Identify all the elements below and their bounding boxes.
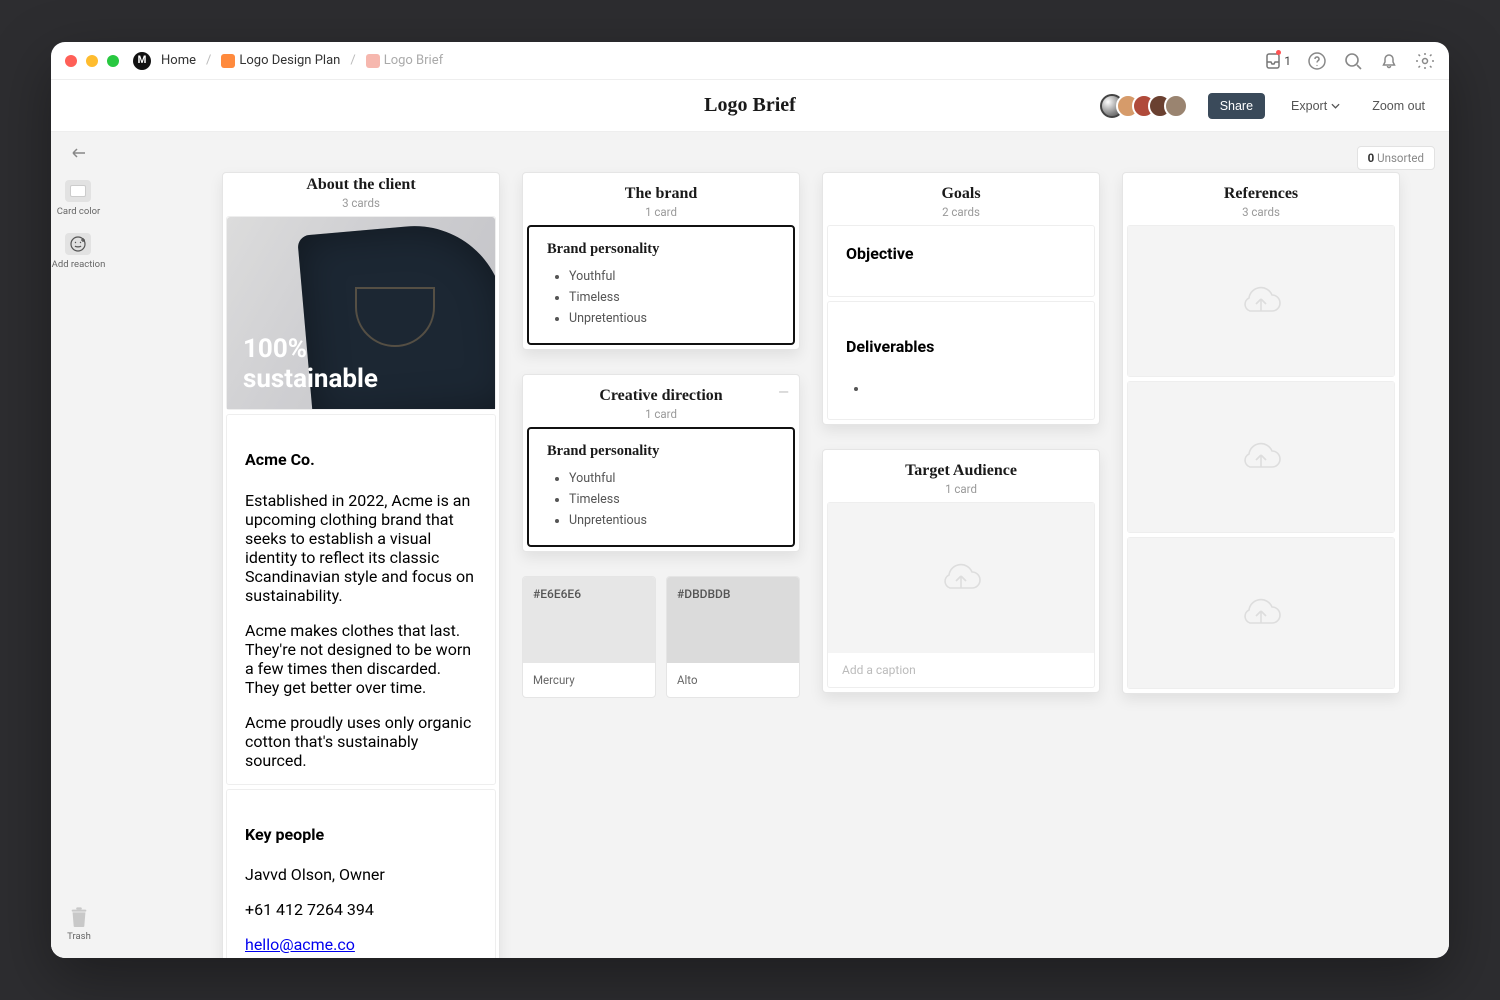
search-icon[interactable] <box>1343 51 1363 71</box>
section-references: References 3 cards <box>1122 172 1400 694</box>
inbox-button[interactable]: 1 <box>1265 52 1291 70</box>
cloud-upload-icon <box>1238 595 1284 631</box>
card-count: 1 card <box>827 482 1095 496</box>
card-title: Acme Co. <box>245 450 477 469</box>
app-logo-icon[interactable]: M <box>133 52 151 70</box>
help-icon[interactable] <box>1307 51 1327 71</box>
email-link[interactable]: hello@acme.co <box>245 935 355 954</box>
card-color-icon <box>65 180 91 202</box>
card-count: 3 cards <box>226 196 496 210</box>
export-button[interactable]: Export <box>1285 98 1346 114</box>
swatch-alto[interactable]: #DBDBDB Alto <box>666 576 800 698</box>
chevron-down-icon <box>1331 103 1340 109</box>
card-count: 1 card <box>527 205 795 219</box>
window-controls <box>65 55 119 67</box>
share-button[interactable]: Share <box>1208 93 1265 119</box>
column-references: References 3 cards <box>1122 172 1400 958</box>
cloud-upload-icon <box>1238 283 1284 319</box>
column-title[interactable]: About the client <box>226 176 496 194</box>
gear-icon[interactable] <box>1415 51 1435 71</box>
column-title[interactable]: Creative direction <box>527 387 795 405</box>
card-count: 3 cards <box>1127 205 1395 219</box>
card-objective[interactable]: Objective <box>827 225 1095 297</box>
card-brand-personality[interactable]: Brand personality Youthful Timeless Unpr… <box>527 225 795 345</box>
plan-color-icon <box>221 54 235 68</box>
swatch-mercury[interactable]: #E6E6E6 Mercury <box>522 576 656 698</box>
trash-icon <box>69 906 89 928</box>
swatch-chip: #E6E6E6 <box>523 577 655 663</box>
column-about-client: About the client 3 cards 100%sustainable… <box>222 172 500 958</box>
column-title[interactable]: The brand <box>527 185 795 203</box>
cloud-upload-icon <box>1238 439 1284 475</box>
back-button[interactable] <box>66 142 92 164</box>
maximize-icon[interactable] <box>107 55 119 67</box>
bell-icon[interactable] <box>1379 51 1399 71</box>
breadcrumb-home[interactable]: Home <box>161 53 196 68</box>
reference-upload[interactable] <box>1127 225 1395 377</box>
close-icon[interactable] <box>65 55 77 67</box>
presence-avatars[interactable] <box>1108 94 1188 118</box>
card-count: 2 cards <box>827 205 1095 219</box>
swatch-chip: #DBDBDB <box>667 577 799 663</box>
trash-button[interactable]: Trash <box>51 906 107 942</box>
breadcrumb-brief: Logo Brief <box>384 53 443 68</box>
column-goals-audience: Goals 2 cards Objective Deliverables <box>822 172 1100 958</box>
column-title[interactable]: Goals <box>827 185 1095 203</box>
card-title: Key people <box>245 825 477 844</box>
card-key-people[interactable]: Key people Javvd Olson, Owner +61 412 72… <box>226 789 496 958</box>
hero-text: 100%sustainable <box>243 335 378 395</box>
left-toolbar: Card color Add reaction <box>51 132 107 958</box>
board-header: Logo Brief Share Export Zoom out <box>51 80 1449 132</box>
page-title: Logo Brief <box>704 94 796 117</box>
caption-input[interactable]: Add a caption <box>828 653 1094 687</box>
add-reaction-button[interactable]: Add reaction <box>52 233 106 270</box>
card-brand-personality[interactable]: Brand personality Youthful Timeless Unpr… <box>527 427 795 547</box>
column-brand-creative: The brand 1 card Brand personality Youth… <box>522 172 800 958</box>
card-count: 1 card <box>527 407 795 421</box>
section-the-brand: The brand 1 card Brand personality Youth… <box>522 172 800 350</box>
card-upload[interactable]: Add a caption <box>827 502 1095 688</box>
brief-color-icon <box>366 54 380 68</box>
collapse-icon[interactable]: — <box>778 385 789 401</box>
titlebar: M Home / Logo Design Plan / Logo Brief 1 <box>51 42 1449 80</box>
card-color-button[interactable]: Card color <box>57 180 101 217</box>
minimize-icon[interactable] <box>86 55 98 67</box>
section-target-audience: Target Audience 1 card Add a caption <box>822 449 1100 693</box>
zoom-out-button[interactable]: Zoom out <box>1366 98 1431 114</box>
card-deliverables[interactable]: Deliverables <box>827 301 1095 420</box>
breadcrumb-plan[interactable]: Logo Design Plan <box>239 53 340 68</box>
reaction-smile-icon <box>65 233 91 255</box>
reference-upload[interactable] <box>1127 381 1395 533</box>
canvas[interactable]: 0Unsorted About the client 3 cards 100%s… <box>107 132 1449 958</box>
reference-upload[interactable] <box>1127 537 1395 689</box>
section-goals: Goals 2 cards Objective Deliverables <box>822 172 1100 425</box>
inbox-icon <box>1265 52 1281 70</box>
breadcrumb: M Home / Logo Design Plan / Logo Brief <box>133 52 443 70</box>
section-creative-direction: — Creative direction 1 card Brand person… <box>522 374 800 552</box>
card-acme-co[interactable]: Acme Co. Established in 2022, Acme is an… <box>226 414 496 785</box>
arrow-left-icon <box>72 148 86 158</box>
color-swatches: #E6E6E6 Mercury #DBDBDB Alto <box>522 576 800 698</box>
cloud-upload-icon <box>938 560 984 596</box>
card-hero-image[interactable]: 100%sustainable <box>226 216 496 410</box>
column-title[interactable]: References <box>1127 185 1395 203</box>
column-title[interactable]: Target Audience <box>827 462 1095 480</box>
unsorted-chip[interactable]: 0Unsorted <box>1357 146 1435 170</box>
